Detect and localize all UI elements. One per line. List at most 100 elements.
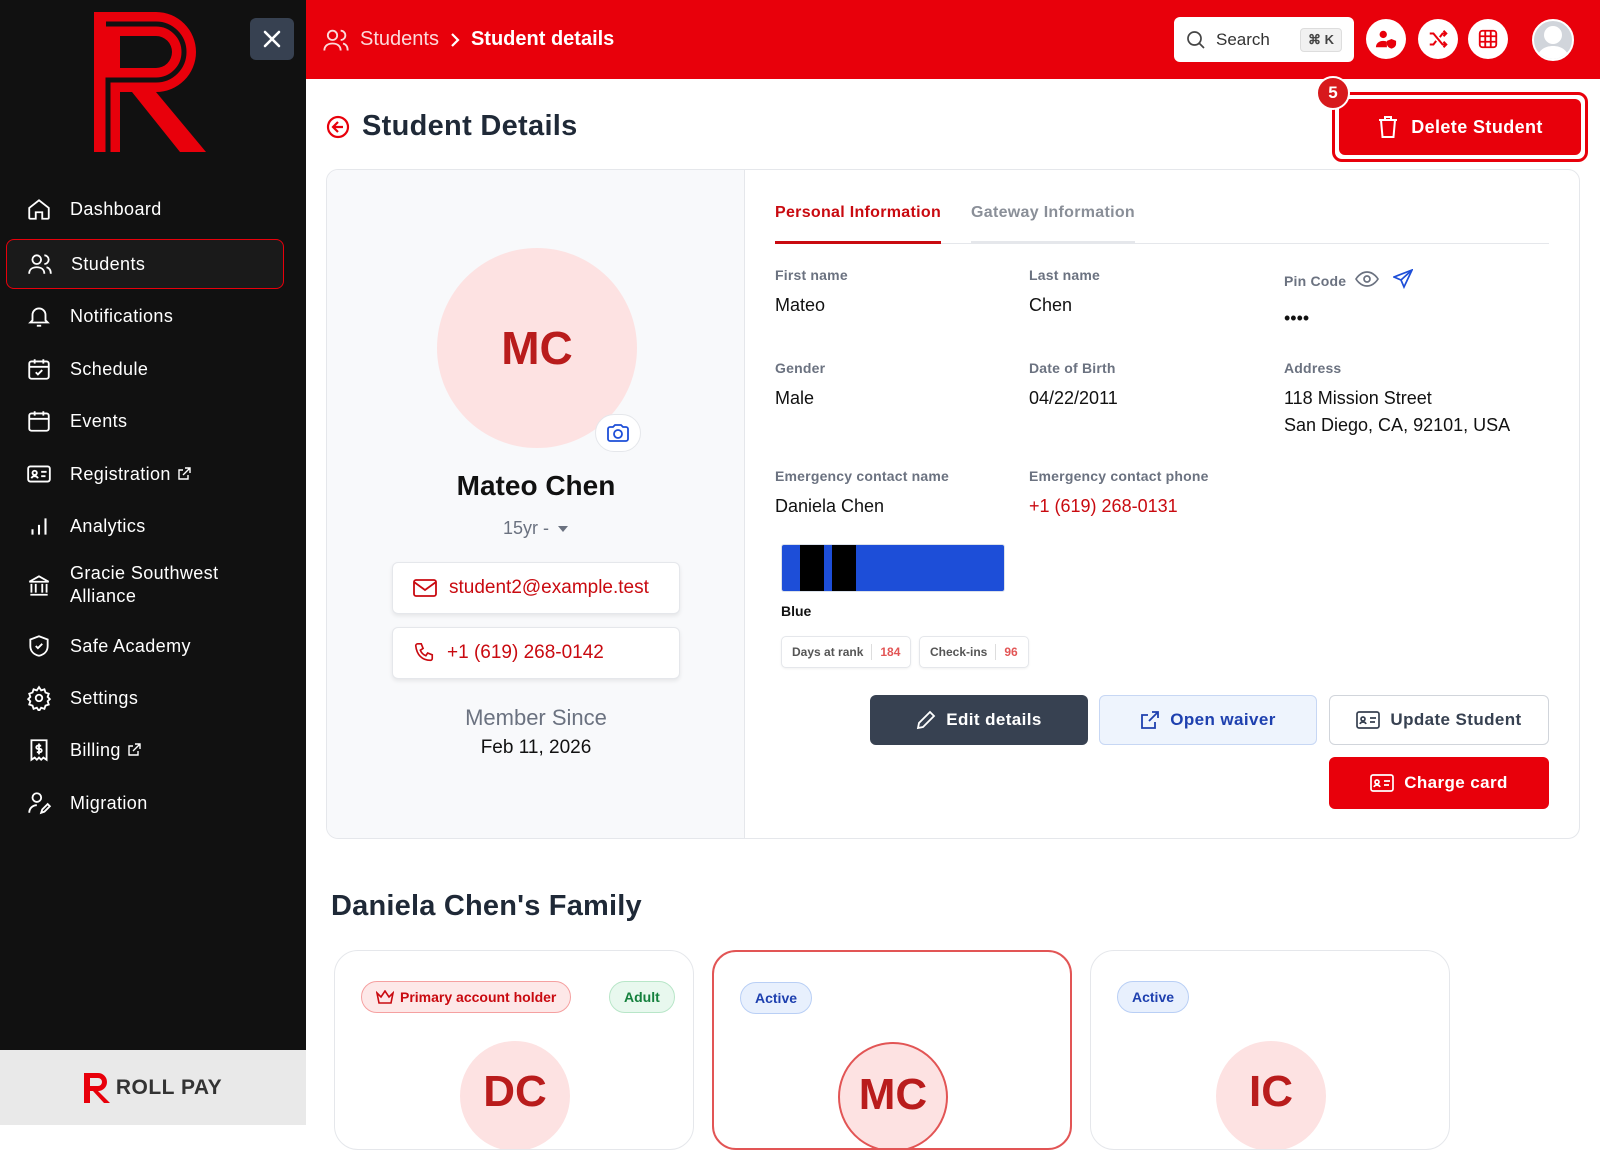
update-student-label: Update Student bbox=[1390, 710, 1522, 729]
tag-label: Primary account holder bbox=[400, 989, 557, 1005]
search-button[interactable]: Search ⌘ K bbox=[1174, 17, 1354, 62]
sidebar-item-notifications[interactable]: Notifications bbox=[6, 291, 284, 341]
pin-code-value: •••• bbox=[1284, 308, 1310, 328]
email-contact-button[interactable]: student2@example.test bbox=[392, 562, 680, 614]
sidebar-item-analytics[interactable]: Analytics bbox=[6, 501, 284, 551]
sidebar-item-settings[interactable]: Settings bbox=[6, 673, 284, 723]
tab-personal-information[interactable]: Personal Information bbox=[775, 200, 942, 244]
profile-pane: MC Mateo Chen 15yr - student2@example.te… bbox=[327, 170, 745, 838]
page-title: Student Details bbox=[362, 110, 578, 142]
family-member-card[interactable]: Active IC bbox=[1090, 950, 1450, 1150]
first-name-value: Mateo bbox=[775, 295, 826, 315]
belt-rank-graphic bbox=[781, 544, 1005, 592]
users-icon bbox=[323, 29, 349, 51]
sidebar-item-schedule[interactable]: Schedule bbox=[6, 344, 284, 394]
active-tag: Active bbox=[1117, 981, 1190, 1013]
pin-code-label: Pin Code bbox=[1284, 273, 1347, 289]
update-student-button[interactable]: Update Student bbox=[1329, 695, 1549, 745]
open-waiver-button[interactable]: Open waiver bbox=[1099, 695, 1317, 745]
gender-value: Male bbox=[775, 388, 815, 408]
delete-student-button[interactable]: Delete Student bbox=[1339, 99, 1581, 155]
family-member-card-selected[interactable]: Active MC bbox=[712, 950, 1072, 1150]
belt-stripe bbox=[800, 545, 824, 591]
shuffle-icon bbox=[1429, 30, 1448, 48]
sidebar-item-safe-academy[interactable]: Safe Academy bbox=[6, 621, 284, 671]
pencil-icon bbox=[917, 710, 936, 730]
logo-icon bbox=[94, 12, 206, 152]
sidebar-item-label: Dashboard bbox=[70, 198, 162, 219]
bar-chart-icon bbox=[31, 518, 47, 535]
days-at-rank-value: 184 bbox=[880, 645, 901, 659]
family-section-title: Daniela Chen's Family bbox=[331, 890, 642, 922]
home-icon bbox=[28, 199, 50, 220]
sidebar-footer: ROLL PAY bbox=[0, 1050, 306, 1125]
emergency-phone-value[interactable]: +1 (619) 268-0131 bbox=[1029, 493, 1178, 520]
eye-icon[interactable] bbox=[1355, 270, 1379, 288]
sidebar-item-label: Analytics bbox=[70, 515, 146, 536]
close-sidebar-button[interactable] bbox=[250, 18, 294, 60]
edit-details-button[interactable]: Edit details bbox=[870, 695, 1088, 745]
family-member-avatar: IC bbox=[1216, 1041, 1326, 1149]
pill-divider bbox=[871, 644, 873, 660]
sidebar: Dashboard Students Notifications Schedul… bbox=[0, 0, 306, 1125]
emergency-phone-label: Emergency contact phone bbox=[1029, 468, 1209, 484]
details-pane: Personal Information Gateway Information… bbox=[745, 170, 1579, 838]
change-photo-button[interactable] bbox=[595, 414, 641, 452]
sidebar-item-migration[interactable]: Migration bbox=[6, 778, 284, 828]
primary-account-holder-tag: Primary account holder bbox=[361, 981, 572, 1013]
sidebar-item-registration[interactable]: Registration bbox=[6, 449, 284, 499]
switch-button[interactable] bbox=[1418, 19, 1458, 59]
users-icon bbox=[28, 254, 52, 274]
active-tag: Active bbox=[740, 982, 813, 1014]
avatar-icon bbox=[1537, 26, 1569, 59]
top-bar: Students Student details Search ⌘ K bbox=[306, 0, 1600, 79]
user-shield-icon bbox=[1375, 30, 1397, 49]
first-name-label: First name bbox=[775, 267, 848, 283]
age-text: 15yr - bbox=[502, 518, 549, 538]
last-name-label: Last name bbox=[1029, 267, 1101, 283]
sidebar-item-label: Billing bbox=[70, 739, 121, 760]
last-name-value: Chen bbox=[1029, 295, 1073, 315]
belt-stripe bbox=[832, 545, 856, 591]
age-dropdown[interactable]: 15yr - bbox=[327, 518, 745, 539]
check-ins-pill: Check-ins 96 bbox=[919, 636, 1029, 668]
belt-name: Blue bbox=[781, 603, 812, 619]
user-settings-button[interactable] bbox=[1366, 19, 1406, 59]
calendar-check-icon bbox=[28, 359, 50, 380]
send-icon[interactable] bbox=[1393, 269, 1413, 289]
grid-button[interactable] bbox=[1468, 19, 1508, 59]
sidebar-item-label: Notifications bbox=[70, 305, 174, 326]
sidebar-item-dashboard[interactable]: Dashboard bbox=[6, 184, 284, 234]
address-label: Address bbox=[1284, 360, 1342, 376]
sidebar-item-label: Gracie Southwest Alliance bbox=[70, 563, 219, 606]
dob-label: Date of Birth bbox=[1029, 360, 1116, 376]
sidebar-item-gracie-southwest-alliance[interactable]: Gracie Southwest Alliance bbox=[6, 557, 284, 613]
emergency-name-label: Emergency contact name bbox=[775, 468, 950, 484]
phone-contact-button[interactable]: +1 (619) 268-0142 bbox=[392, 627, 680, 679]
back-arrow-icon[interactable] bbox=[326, 115, 350, 139]
gender-label: Gender bbox=[775, 360, 826, 376]
adult-tag: Adult bbox=[609, 981, 675, 1013]
phone-text: +1 (619) 268-0142 bbox=[447, 642, 604, 663]
sidebar-item-label: Events bbox=[70, 410, 128, 431]
sidebar-item-billing[interactable]: Billing bbox=[6, 725, 284, 775]
family-member-avatar: DC bbox=[460, 1041, 570, 1149]
breadcrumb-students-link[interactable]: Students bbox=[360, 28, 439, 51]
user-avatar[interactable] bbox=[1532, 19, 1574, 61]
breadcrumb-current: Student details bbox=[470, 28, 615, 50]
bell-icon bbox=[28, 307, 50, 327]
sidebar-item-label: Settings bbox=[70, 687, 139, 708]
search-shortcut: ⌘ K bbox=[1300, 27, 1342, 52]
sidebar-item-label: Students bbox=[71, 253, 146, 274]
external-link-icon bbox=[1141, 711, 1160, 729]
external-link-icon bbox=[178, 467, 191, 480]
family-member-card[interactable]: Primary account holder Adult DC bbox=[334, 950, 694, 1150]
charge-card-label: Charge card bbox=[1404, 773, 1508, 792]
sidebar-item-events[interactable]: Events bbox=[6, 396, 284, 446]
tab-gateway-information[interactable]: Gateway Information bbox=[971, 200, 1135, 244]
user-edit-icon bbox=[28, 792, 52, 815]
charge-card-button[interactable]: Charge card bbox=[1329, 757, 1549, 809]
sidebar-item-students[interactable]: Students bbox=[6, 239, 284, 289]
days-at-rank-label: Days at rank bbox=[792, 645, 864, 659]
close-icon bbox=[263, 30, 281, 48]
